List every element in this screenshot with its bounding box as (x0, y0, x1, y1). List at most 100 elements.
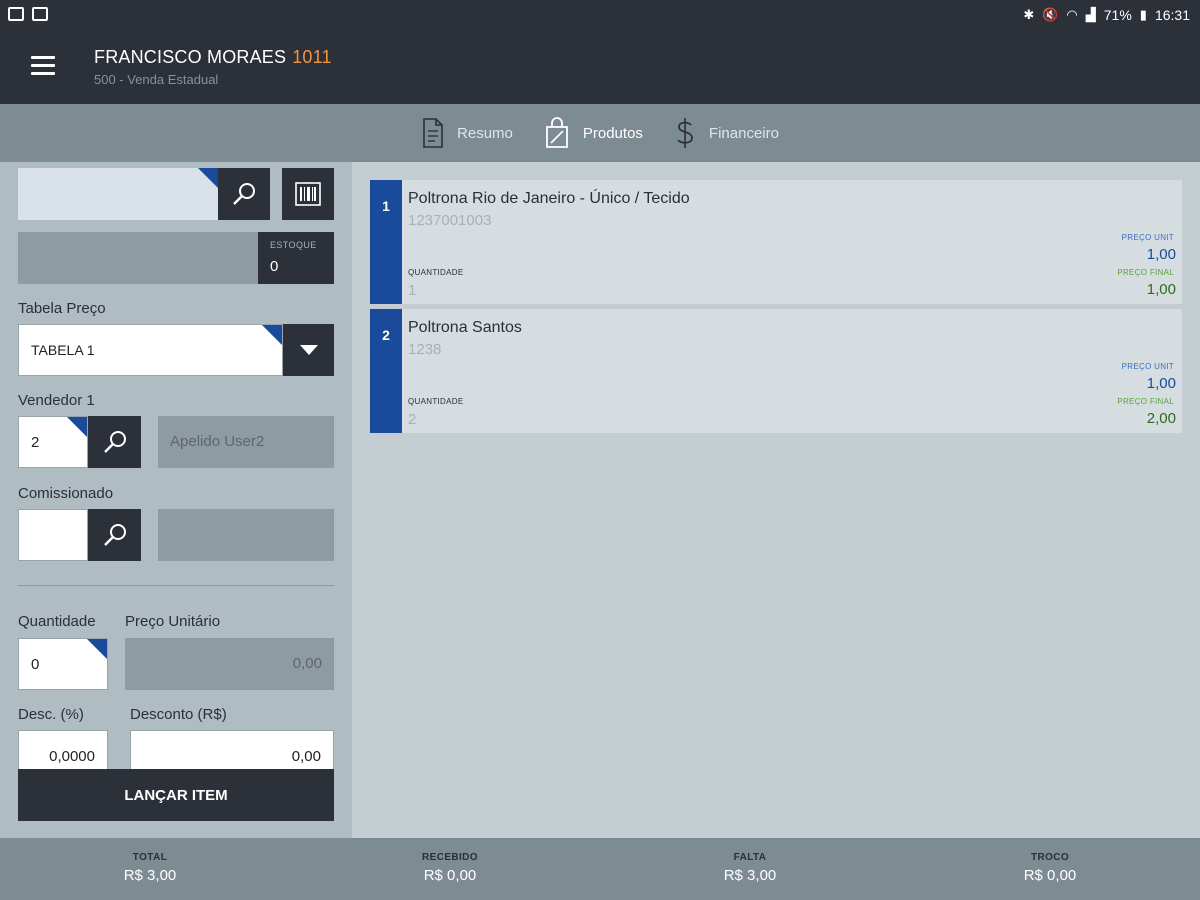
divider (18, 585, 334, 586)
document-icon (423, 118, 443, 148)
received-summary: RECEBIDO R$ 0,00 (300, 838, 600, 900)
quantity-value: 0 (31, 656, 40, 673)
received-value: R$ 0,00 (423, 867, 477, 884)
mute-icon: 🔇 (1042, 7, 1059, 22)
hamburger-menu-icon[interactable] (31, 56, 55, 76)
list-item[interactable]: 1 Poltrona Rio de Janeiro - Único / Teci… (370, 180, 1182, 304)
battery-icon: ▮ (1139, 7, 1147, 22)
item-name: Poltrona Rio de Janeiro - Único / Tecido (408, 190, 690, 207)
required-marker (87, 639, 107, 659)
seller-label: Vendedor 1 (18, 392, 95, 409)
unit-price-value: 1,00 (1146, 246, 1176, 263)
item-code: 1237001003 (408, 212, 492, 229)
app-bar: FRANCISCO MORAES 1011 500 - Venda Estadua… (0, 32, 1200, 104)
dollar-icon (677, 118, 693, 148)
tab-resumo[interactable]: Resumo (421, 117, 513, 149)
signal-icon: ▟ (1085, 7, 1096, 22)
item-index: 1 (370, 180, 402, 304)
barcode-button[interactable] (282, 168, 334, 220)
final-price-value: 2,00 (1146, 410, 1176, 427)
quantity-label: Quantidade (18, 613, 96, 630)
total-value: R$ 3,00 (123, 867, 177, 884)
search-icon (103, 524, 126, 546)
unit-price-field: 0,00 (125, 638, 334, 690)
price-table-dropdown-button[interactable] (283, 324, 334, 376)
unit-price-value: 0,00 (292, 655, 322, 672)
item-index: 2 (370, 309, 402, 433)
seller-name-field: Apelido User2 (158, 416, 334, 468)
product-entry-panel: ESTOQUE 0 Tabela Preço TABELA 1 Vendedor… (0, 162, 352, 838)
search-button[interactable] (218, 168, 270, 220)
discount-value-amount: 0,00 (291, 748, 321, 765)
quantity-label: QUANTIDADE (408, 268, 464, 277)
missing-summary: FALTA R$ 3,00 (600, 838, 900, 900)
tab-financeiro[interactable]: Financeiro (673, 116, 779, 150)
unit-price-label: PREÇO UNIT (1121, 233, 1174, 242)
unit-price-label: Preço Unitário (125, 613, 221, 630)
battery-percent: 71% (1103, 7, 1132, 23)
sale-type-subtitle: 500 - Venda Estadual (94, 72, 219, 87)
received-label: RECEBIDO (422, 852, 478, 863)
quantity-value: 1 (408, 282, 417, 299)
search-icon (103, 431, 126, 453)
required-marker (67, 417, 87, 437)
wifi-icon: ◠ (1066, 7, 1078, 22)
price-table-value: TABELA 1 (31, 342, 95, 358)
commissioned-code-input[interactable] (18, 509, 88, 561)
client-name: FRANCISCO MORAES (94, 47, 287, 67)
tab-resumo-label: Resumo (457, 124, 513, 142)
clock: 16:31 (1154, 7, 1190, 23)
required-marker (262, 325, 282, 345)
commissioned-name-field (158, 509, 334, 561)
product-description-field (18, 232, 258, 284)
status-bar: ✱ 🔇 ◠ ▟ 71% ▮ 16:31 (0, 0, 1200, 32)
seller-code-input[interactable]: 2 (18, 416, 88, 468)
price-table-label: Tabela Preço (18, 300, 106, 317)
tab-bar: Resumo Produtos Financeiro (0, 104, 1200, 162)
chevron-down-icon (299, 345, 318, 355)
quantity-value: 2 (408, 411, 417, 428)
missing-label: FALTA (733, 852, 767, 863)
final-price-label: PREÇO FINAL (1117, 397, 1174, 406)
seller-name: Apelido User2 (170, 433, 265, 450)
barcode-icon (295, 182, 321, 206)
commissioned-search-button[interactable] (88, 509, 141, 561)
product-search-input[interactable] (18, 168, 218, 220)
tab-produtos-label: Produtos (582, 124, 643, 142)
image-icon (32, 7, 48, 21)
totals-bar: TOTAL R$ 3,00 RECEBIDO R$ 0,00 FALTA R$ … (0, 838, 1200, 900)
item-code: 1238 (408, 341, 442, 358)
bluetooth-icon: ✱ (1023, 7, 1035, 22)
items-list: 1 Poltrona Rio de Janeiro - Único / Teci… (352, 162, 1200, 838)
total-label: TOTAL (132, 852, 168, 863)
client-code: 1011 (292, 47, 332, 67)
final-price-label: PREÇO FINAL (1117, 268, 1174, 277)
item-name: Poltrona Santos (408, 319, 522, 336)
missing-value: R$ 3,00 (723, 867, 777, 884)
seller-search-button[interactable] (88, 416, 141, 468)
client-title: FRANCISCO MORAES 1011 (94, 47, 332, 68)
launch-item-button[interactable]: LANÇAR ITEM (18, 769, 334, 821)
discount-value-label: Desconto (R$) (130, 706, 227, 723)
change-label: TROCO (1030, 852, 1070, 863)
quantity-label: QUANTIDADE (408, 397, 464, 406)
discount-pct-value: 0,0000 (49, 748, 95, 765)
mail-icon (8, 7, 24, 21)
price-table-select[interactable]: TABELA 1 (18, 324, 283, 376)
search-icon (233, 183, 255, 205)
discount-pct-label: Desc. (%) (18, 706, 84, 723)
change-value: R$ 0,00 (1023, 867, 1077, 884)
quantity-input[interactable]: 0 (18, 638, 108, 690)
stock-value: 0 (270, 258, 279, 275)
tab-financeiro-label: Financeiro (708, 124, 779, 142)
system-status: ✱ 🔇 ◠ ▟ 71% ▮ 16:31 (1023, 7, 1190, 23)
tab-produtos[interactable]: Produtos (543, 117, 643, 149)
notification-icons (8, 7, 48, 21)
stock-label: ESTOQUE (270, 240, 317, 250)
stock-indicator: ESTOQUE 0 (258, 232, 334, 284)
final-price-value: 1,00 (1146, 281, 1176, 298)
required-marker (198, 168, 218, 188)
list-item[interactable]: 2 Poltrona Santos 1238 QUANTIDADE 2 PREÇ… (370, 309, 1182, 433)
total-summary: TOTAL R$ 3,00 (0, 838, 300, 900)
commissioned-label: Comissionado (18, 485, 114, 502)
